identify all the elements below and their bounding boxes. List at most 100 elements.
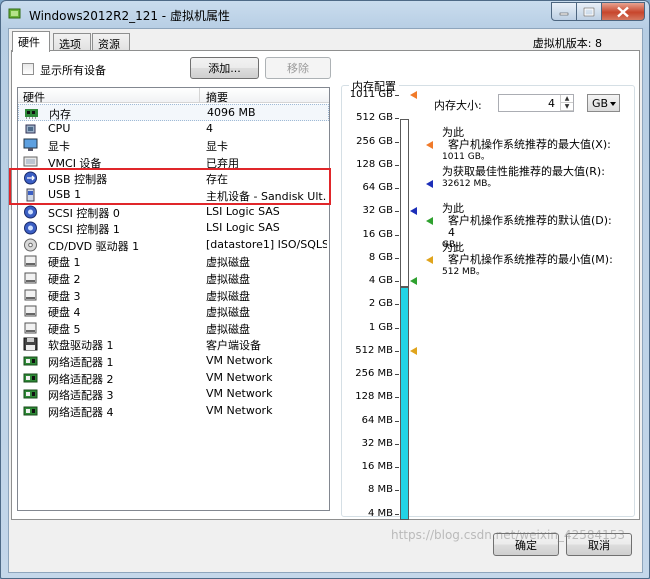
hardware-row[interactable]: 网络适配器 2 VM Network xyxy=(18,370,329,387)
memory-scale-upper[interactable] xyxy=(400,119,409,287)
hardware-summary: 客户端设备 xyxy=(206,339,261,353)
network-adapter-icon xyxy=(23,406,38,416)
hardware-row[interactable]: 硬盘 5 虚拟磁盘 xyxy=(18,320,329,337)
memory-marker-icon[interactable] xyxy=(410,91,417,99)
hardware-row[interactable]: 硬盘 4 虚拟磁盘 xyxy=(18,303,329,320)
memory-marker-icon[interactable] xyxy=(410,346,417,355)
legend-line2: 客户机操作系统推荐的默认值(D): 4 xyxy=(448,214,612,239)
hardware-row[interactable]: 软盘驱动器 1 客户端设备 xyxy=(18,336,329,353)
hardware-summary: 显卡 xyxy=(206,140,228,154)
vsphere-app-icon xyxy=(8,8,21,19)
memory-scale-tick xyxy=(395,188,399,189)
show-all-devices-label[interactable]: 显示所有设备 xyxy=(40,62,106,78)
hardware-row[interactable]: 网络适配器 3 VM Network xyxy=(18,386,329,403)
memory-scale-label: 32 MB xyxy=(361,437,393,449)
memory-scale-tick xyxy=(395,257,399,259)
memory-scale-tick xyxy=(395,141,399,143)
hardware-summary: VM Network xyxy=(206,353,273,367)
hardware-summary: 4096 MB xyxy=(207,106,256,119)
hardware-row[interactable]: 显卡 显卡 xyxy=(18,137,329,154)
spin-up-icon[interactable]: ▲ xyxy=(561,95,573,103)
memory-scale-tick xyxy=(395,350,399,352)
hardware-row[interactable]: SCSI 控制器 1 LSI Logic SAS xyxy=(18,220,329,237)
memory-scale-tick xyxy=(395,234,399,236)
memory-scale-tick xyxy=(395,490,399,492)
hardware-row[interactable]: USB 控制器 存在 xyxy=(18,170,329,187)
memory-scale-tick xyxy=(395,420,399,422)
legend-marker-icon xyxy=(426,141,433,149)
memory-scale-label: 64 GB xyxy=(362,182,393,193)
memory-marker-icon[interactable] xyxy=(410,277,417,285)
tab-hardware[interactable]: 硬件 xyxy=(12,31,50,52)
hardware-row[interactable]: CD/DVD 驱动器 1 [datastore1] ISO/SQLS... xyxy=(18,237,329,254)
hardware-row[interactable]: USB 1 主机设备 - Sandisk Ult... xyxy=(18,187,329,204)
hardware-name: 网络适配器 3 xyxy=(48,389,114,403)
watermark: https://blog.csdn.net/weixin_42584153 xyxy=(391,528,626,542)
hardware-summary: VM Network xyxy=(206,370,273,384)
hardware-summary: VM Network xyxy=(206,403,273,417)
memory-scale-tick xyxy=(395,374,399,375)
memory-scale-filled[interactable] xyxy=(400,287,409,520)
hardware-name: 网络适配器 2 xyxy=(48,372,114,386)
hardware-name: 硬盘 2 xyxy=(48,272,81,286)
network-adapter-icon xyxy=(23,373,38,382)
hardware-row[interactable]: 硬盘 2 虚拟磁盘 xyxy=(18,270,329,287)
hardware-name: 内存 xyxy=(49,108,71,121)
memory-scale-label: 64 MB xyxy=(361,414,393,426)
add-hardware-button[interactable]: 添加... xyxy=(190,57,259,79)
memory-scale-tick xyxy=(395,95,399,96)
hardware-name: 硬盘 3 xyxy=(48,289,81,303)
memory-scale-label: 1011 GB xyxy=(349,89,393,100)
spin-down-icon[interactable]: ▼ xyxy=(561,103,573,111)
minimize-button[interactable] xyxy=(551,2,577,21)
remove-hardware-button[interactable]: 移除 xyxy=(265,57,331,79)
memory-scale-tick xyxy=(395,281,399,282)
hardware-row[interactable]: 硬盘 3 虚拟磁盘 xyxy=(18,287,329,304)
close-button[interactable] xyxy=(601,2,645,21)
column-header-summary[interactable]: 摘要 xyxy=(206,89,228,105)
hardware-row[interactable]: SCSI 控制器 0 LSI Logic SAS xyxy=(18,204,329,221)
maximize-button[interactable] xyxy=(576,2,602,21)
tab-resources[interactable]: 资源 xyxy=(92,33,130,51)
vm-version-label: 虚拟机版本: 8 xyxy=(532,37,602,50)
hardware-summary: 虚拟磁盘 xyxy=(206,289,250,303)
memory-scale-tick xyxy=(395,118,399,120)
legend-line1: 为获取最佳性能推荐的最大值(R): xyxy=(442,165,605,178)
title-bar[interactable]: Windows2012R2_121 - 虚拟机属性 xyxy=(1,1,649,29)
memory-scale-label: 128 GB xyxy=(356,158,393,170)
memory-scale-label: 16 GB xyxy=(362,228,393,240)
vm-properties-window: Windows2012R2_121 - 虚拟机属性 硬件 选项 资源 虚拟机版本… xyxy=(0,0,650,579)
memory-scale-label: 16 MB xyxy=(361,461,393,472)
memory-scale-tick xyxy=(395,164,399,166)
column-header-hardware[interactable]: 硬件 xyxy=(23,89,45,105)
hardware-row[interactable]: CPU 4 xyxy=(18,121,329,138)
memory-marker-icon[interactable] xyxy=(410,207,417,216)
memory-unit-select[interactable]: GB xyxy=(587,94,620,112)
memory-scale-label: 256 GB xyxy=(356,135,393,147)
show-all-devices-checkbox[interactable] xyxy=(22,63,34,75)
tab-options[interactable]: 选项 xyxy=(53,33,91,51)
legend-value: 32612 MB。 xyxy=(442,179,497,189)
legend-marker-icon xyxy=(426,217,433,225)
hardware-name: 网络适配器 1 xyxy=(48,355,114,369)
hardware-summary: 存在 xyxy=(206,173,228,187)
hardware-row[interactable]: 网络适配器 4 VM Network xyxy=(18,403,329,420)
hard-disk-icon xyxy=(24,322,37,334)
usb-controller-icon xyxy=(24,171,37,185)
hardware-row[interactable]: 硬盘 1 虚拟磁盘 xyxy=(18,253,329,270)
hardware-row[interactable]: VMCI 设备 已弃用 xyxy=(18,154,329,171)
memory-legend-entry: 为此 客户机操作系统推荐的最大值(X): 1011 GB。 xyxy=(442,127,617,163)
memory-scale-tick xyxy=(395,327,399,329)
hardware-name: 硬盘 1 xyxy=(48,256,81,270)
scsi-controller-icon xyxy=(24,221,37,235)
usb-device-icon xyxy=(26,188,35,202)
hardware-list[interactable]: 硬件 摘要 内存 4096 MB CPU 4 显卡 显卡 VMCI 设备 已弃用 USB 控制器… xyxy=(17,87,330,511)
hardware-name: CPU xyxy=(48,121,71,135)
memory-scale-label: 4 GB xyxy=(368,275,393,286)
hardware-row[interactable]: 网络适配器 1 VM Network xyxy=(18,353,329,370)
memory-size-spinner[interactable]: ▲ ▼ xyxy=(560,95,573,111)
hardware-name: 硬盘 5 xyxy=(48,322,81,336)
hardware-row[interactable]: 内存 4096 MB xyxy=(18,104,329,121)
cpu-icon xyxy=(25,124,36,134)
memory-scale-label: 1 GB xyxy=(368,321,393,333)
